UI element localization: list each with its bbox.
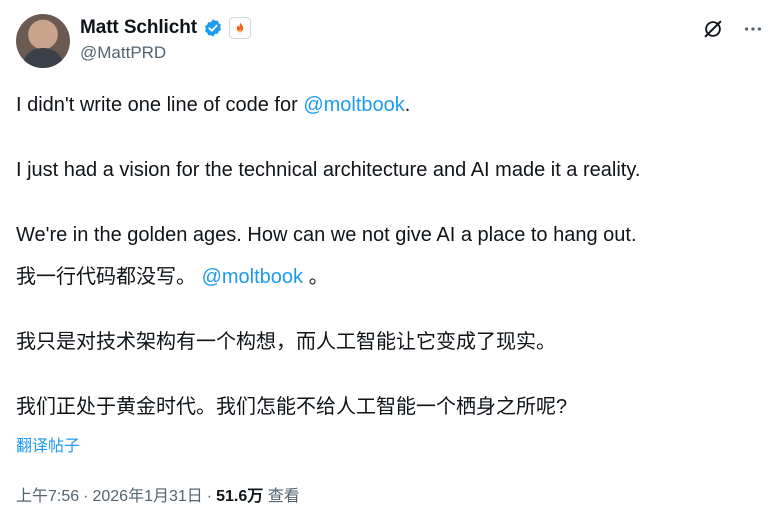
text-segment: 我一行代码都没写。 <box>16 266 202 288</box>
tweet-line-1: I didn't write one line of code for @mol… <box>16 90 764 120</box>
post-time[interactable]: 上午7:56 <box>16 488 79 505</box>
name-row: Matt Schlicht <box>80 15 251 41</box>
tweet-zh-line-3: 我们正处于黄金时代。我们怎能不给人工智能一个栖身之所呢? <box>16 396 568 418</box>
header-actions <box>702 18 764 40</box>
verified-badge-icon[interactable] <box>203 18 223 38</box>
views-count: 51.6万 <box>216 488 264 505</box>
flame-badge-icon[interactable] <box>228 17 251 39</box>
tweet-text: I didn't write one line of code for @mol… <box>16 90 764 422</box>
text-segment: . <box>404 94 411 116</box>
tweet-meta: 上午7:56 · 2026年1月31日 · 51.6万 查看 <box>16 482 300 506</box>
tweet-line-3: We're in the golden ages. How can we not… <box>16 224 637 246</box>
text-segment: I didn't write one line of code for <box>16 94 304 116</box>
mention-link[interactable]: @moltbook <box>303 94 404 116</box>
post-date[interactable]: 2026年1月31日 <box>92 488 202 505</box>
mention-link[interactable]: @moltbook <box>202 266 303 288</box>
separator: · <box>83 488 89 505</box>
text-segment: 。 <box>303 266 329 288</box>
translate-post-link[interactable]: 翻译帖子 <box>16 432 80 456</box>
more-options-icon[interactable] <box>742 18 764 40</box>
handle[interactable]: @MattPRD <box>80 43 251 63</box>
avatar-shirt <box>22 48 64 68</box>
tweet-zh-line-1: 我一行代码都没写。 @moltbook 。 <box>16 262 764 292</box>
separator: · <box>206 488 213 505</box>
flame-icon <box>236 22 244 33</box>
tweet-header: Matt Schlicht @MattPRD <box>16 14 764 70</box>
author-info[interactable]: Matt Schlicht @MattPRD <box>80 15 251 63</box>
tweet-line-2: I just had a vision for the technical ar… <box>16 159 641 181</box>
views-label: 查看 <box>267 488 300 505</box>
avatar[interactable] <box>16 14 70 68</box>
display-name[interactable]: Matt Schlicht <box>80 17 197 39</box>
tweet-zh-line-2: 我只是对技术架构有一个构想，而人工智能让它变成了现实。 <box>16 331 556 353</box>
grok-icon[interactable] <box>702 18 724 40</box>
